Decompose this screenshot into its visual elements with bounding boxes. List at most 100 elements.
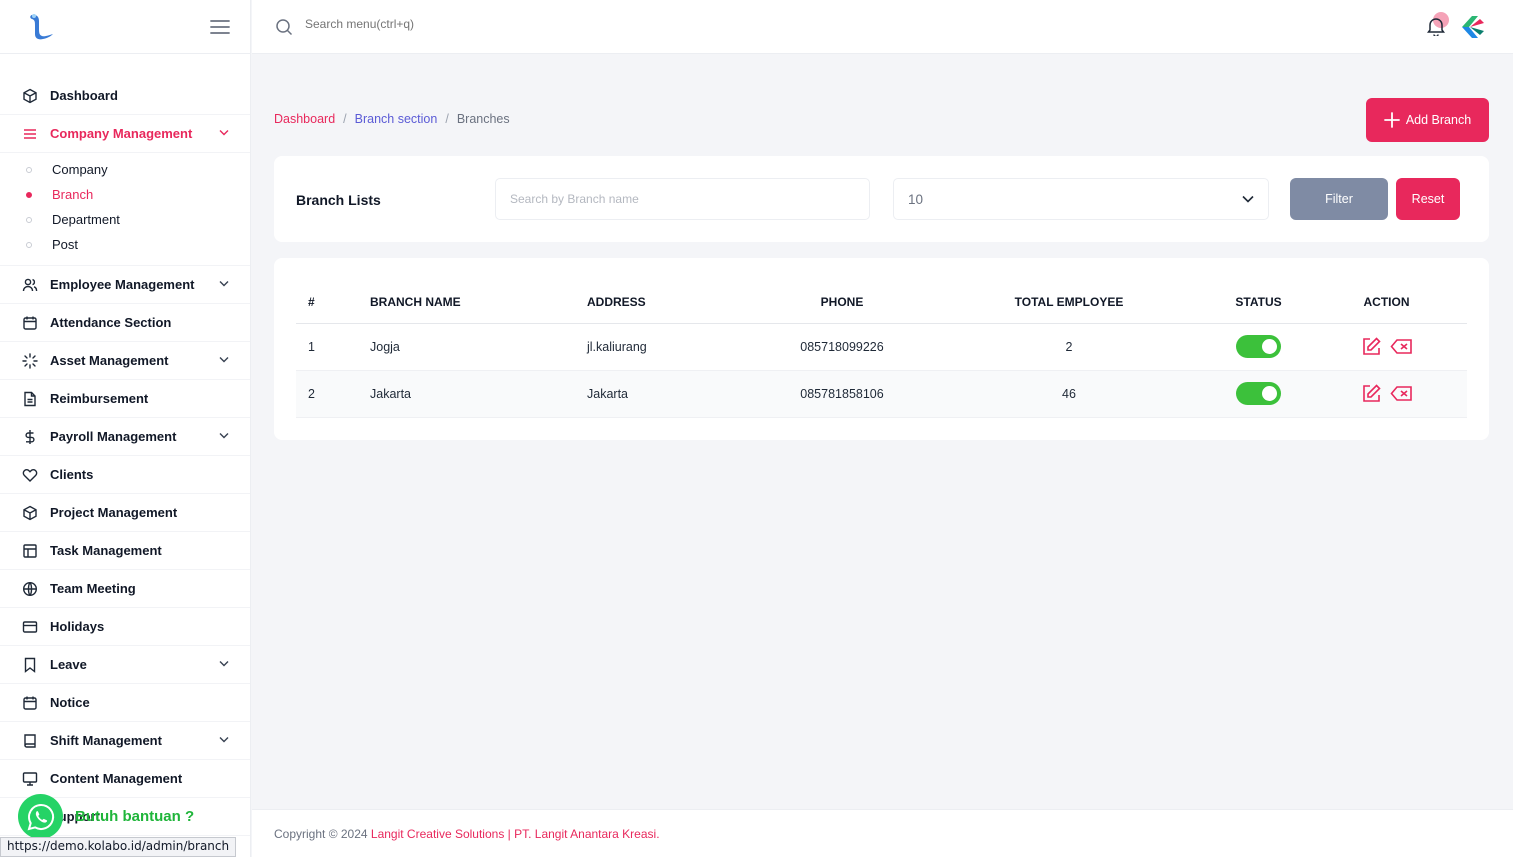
sidebar-header (0, 0, 250, 54)
delete-icon[interactable] (1389, 383, 1413, 404)
chevron-down-icon (219, 736, 229, 743)
table-row: 1 Jogja jl.kaliurang 085718099226 2 (296, 323, 1467, 371)
breadcrumb-separator: / (445, 112, 449, 126)
sidebar-item-holidays[interactable]: Holidays (0, 608, 250, 646)
company-submenu: Company Branch Department Post (0, 153, 250, 266)
sidebar-item-project-management[interactable]: Project Management (0, 494, 250, 532)
filter-card: Branch Lists 10 Filter Reset (274, 156, 1489, 242)
sidebar-item-label: Clients (50, 467, 94, 482)
sidebar-item-label: Employee Management (50, 277, 195, 292)
whatsapp-button[interactable] (18, 794, 63, 839)
sidebar-item-asset-management[interactable]: Asset Management (0, 342, 250, 380)
add-branch-label: Add Branch (1405, 113, 1472, 127)
sidebar-item-employee-management[interactable]: Employee Management (0, 266, 250, 304)
monitor-icon (22, 771, 38, 787)
table-row: 2 Jakarta Jakarta 085781858106 46 (296, 370, 1467, 418)
row-number: 1 (296, 323, 370, 371)
sidebar-item-shift-management[interactable]: Shift Management (0, 722, 250, 760)
sidebar-item-attendance-section[interactable]: Attendance Section (0, 304, 250, 342)
sidebar-item-leave[interactable]: Leave (0, 646, 250, 684)
whatsapp-help-label[interactable]: Butuh bantuan ? (75, 808, 194, 825)
branch-name: Jakarta (370, 370, 587, 418)
row-number: 2 (296, 370, 370, 418)
copyright-prefix: Copyright © 2024 (274, 827, 371, 841)
reset-button[interactable]: Reset (1396, 178, 1460, 220)
branch-total-employee: 2 (927, 323, 1211, 371)
sidebar-subitem-department[interactable]: Department (0, 207, 250, 232)
dollar-icon (22, 429, 38, 445)
status-toggle[interactable] (1236, 382, 1281, 405)
branch-table: # BRANCH NAME ADDRESS PHONE TOTAL EMPLOY… (296, 282, 1467, 418)
sidebar-subitem-branch[interactable]: Branch (0, 182, 250, 207)
column-header-branch-name: BRANCH NAME (370, 282, 587, 324)
topbar (252, 0, 1513, 54)
list-icon (22, 126, 38, 142)
sidebar-subitem-company[interactable]: Company (0, 157, 250, 182)
column-header-total-employee: TOTAL EMPLOYEE (927, 282, 1211, 324)
breadcrumb-branch-section-link[interactable]: Branch section (355, 112, 438, 126)
chevron-down-icon (219, 660, 229, 667)
per-page-value: 10 (908, 191, 924, 207)
filter-button[interactable]: Filter (1290, 178, 1388, 220)
per-page-select[interactable]: 10 (893, 178, 1269, 220)
sidebar-item-label: Leave (50, 657, 87, 672)
file-icon (22, 391, 38, 407)
branch-total-employee: 46 (927, 370, 1211, 418)
edit-icon[interactable] (1361, 383, 1382, 404)
delete-icon[interactable] (1389, 336, 1413, 357)
bullet-icon (26, 216, 32, 223)
loader-icon (22, 352, 38, 369)
sidebar-item-content-management[interactable]: Content Management (0, 760, 250, 798)
bullet-icon (26, 191, 32, 198)
sidebar-item-task-management[interactable]: Task Management (0, 532, 250, 570)
sidebar-item-dashboard[interactable]: Dashboard (0, 77, 250, 115)
branch-name: Jogja (370, 323, 587, 371)
bell-icon[interactable] (1427, 16, 1445, 36)
chevron-down-icon (219, 356, 229, 363)
breadcrumb-separator: / (343, 112, 347, 126)
sidebar-item-team-meeting[interactable]: Team Meeting (0, 570, 250, 608)
sidebar-item-company-management[interactable]: Company Management (0, 115, 250, 153)
subitem-label: Post (52, 237, 79, 252)
app-logo[interactable] (26, 12, 54, 42)
copyright-brand-link[interactable]: Langit Creative Solutions | PT. Langit A… (371, 827, 660, 841)
plus-icon (1383, 112, 1400, 128)
sidebar-item-payroll-management[interactable]: Payroll Management (0, 418, 250, 456)
column-header-no: # (296, 282, 370, 324)
branch-search-input[interactable] (495, 178, 870, 220)
sidebar-item-clients[interactable]: Clients (0, 456, 250, 494)
sidebar-subitem-post[interactable]: Post (0, 232, 250, 257)
column-header-action: ACTION (1306, 282, 1467, 324)
add-branch-button[interactable]: Add Branch (1366, 98, 1489, 142)
edit-icon[interactable] (1361, 336, 1382, 357)
chevron-down-icon (219, 280, 229, 287)
heart-icon (22, 467, 38, 483)
sidebar-item-label: Reimbursement (50, 391, 149, 406)
book-icon (22, 733, 38, 749)
avatar[interactable] (1458, 13, 1486, 41)
subitem-label: Department (52, 212, 120, 227)
branch-phone: 085781858106 (757, 370, 927, 418)
bullet-icon (26, 241, 32, 248)
cube-icon (22, 88, 38, 104)
sidebar-item-label: Attendance Section (50, 315, 172, 330)
status-toggle[interactable] (1236, 335, 1281, 358)
cube-icon (22, 505, 38, 521)
sidebar-item-notice[interactable]: Notice (0, 684, 250, 722)
table-icon (22, 543, 38, 559)
subitem-label: Company (52, 162, 108, 177)
sidebar-menu: Dashboard Company Management Company Bra… (0, 77, 250, 836)
menu-toggle-icon[interactable] (210, 19, 230, 35)
copyright-text: Copyright © 2024 Langit Creative Solutio… (274, 827, 660, 841)
whatsapp-icon (26, 802, 56, 832)
breadcrumb-dashboard-link[interactable]: Dashboard (274, 112, 335, 126)
menu-search-input[interactable] (305, 17, 605, 31)
sidebar-item-label: Asset Management (50, 353, 169, 368)
sidebar-item-reimbursement[interactable]: Reimbursement (0, 380, 250, 418)
sidebar-item-label: Task Management (50, 543, 162, 558)
column-header-phone: PHONE (757, 282, 927, 324)
sidebar-item-label: Payroll Management (50, 429, 177, 444)
sidebar-item-label: Shift Management (50, 733, 162, 748)
sidebar-item-label: Team Meeting (50, 581, 136, 596)
chevron-up-icon (219, 129, 229, 136)
